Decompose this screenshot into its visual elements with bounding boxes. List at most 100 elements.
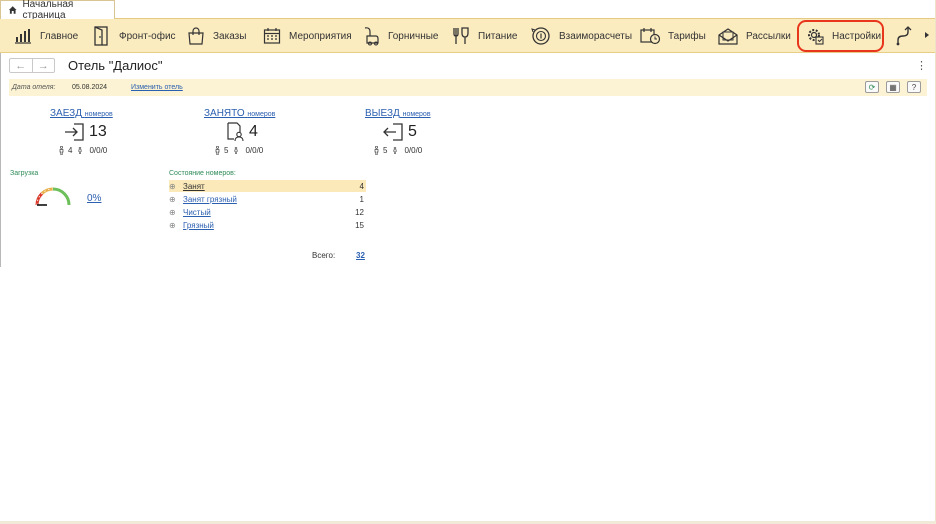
mailing-icon — [718, 28, 738, 45]
room-status-row[interactable]: ⊕ Чистый 12 — [169, 206, 366, 218]
checkin-children: 0/0/0 — [89, 146, 108, 155]
check-out-icon — [383, 123, 403, 141]
home-icon — [8, 6, 17, 14]
adult-icon — [215, 146, 220, 155]
route-icon — [896, 26, 912, 46]
frame-left-border — [0, 53, 1, 267]
expand-icon[interactable]: ⊕ — [169, 208, 178, 217]
expand-icon[interactable]: ⊕ — [169, 195, 178, 204]
total-link[interactable]: 32 — [356, 251, 365, 260]
room-status-count: 12 — [355, 207, 364, 217]
section-mailings[interactable]: Рассылки — [718, 19, 791, 53]
occupied-header-link[interactable]: ЗАНЯТО номеров — [204, 108, 275, 119]
occupied-sub: номеров — [247, 111, 276, 118]
room-status-row[interactable]: ⊕ Грязный 15 — [169, 219, 366, 231]
occupied-adults: 5 — [224, 146, 229, 155]
help-button[interactable]: ? — [907, 81, 921, 93]
forward-button[interactable]: → — [31, 59, 55, 72]
hotel-date-value: 05.08.2024 — [72, 84, 108, 91]
section-label: Горничные — [388, 30, 439, 42]
checkin-header-link[interactable]: ЗАЕЗД номеров — [50, 108, 113, 119]
checkin-adults: 4 — [68, 146, 73, 155]
occupied-guests: 5 0/0/0 — [215, 146, 263, 155]
bar-chart-icon — [15, 29, 31, 44]
adult-icon — [59, 146, 64, 155]
door-icon — [94, 26, 108, 46]
room-status-count: 15 — [355, 220, 364, 230]
vacuum-cleaner-icon — [364, 27, 379, 46]
room-status-count: 4 — [359, 181, 364, 191]
expand-icon[interactable]: ⊕ — [169, 221, 178, 230]
occupied-room-icon — [227, 122, 244, 142]
occupied-title: ЗАНЯТО — [204, 108, 245, 119]
adult-icon — [374, 146, 379, 155]
tab-bar: Начальная страница — [0, 0, 936, 21]
check-in-icon — [65, 123, 84, 141]
change-hotel-link[interactable]: Изменить отель — [131, 84, 183, 91]
occupied-children: 0/0/0 — [245, 146, 264, 155]
more-menu-button[interactable]: ⋮ — [916, 59, 927, 72]
tariff-icon — [640, 28, 660, 45]
checkout-children: 0/0/0 — [404, 146, 423, 155]
expand-icon[interactable]: ⊕ — [169, 182, 178, 191]
tab-home[interactable]: Начальная страница — [0, 0, 115, 21]
room-status-label: Состояние номеров: — [169, 170, 236, 177]
room-status-name[interactable]: Чистый — [183, 208, 346, 217]
settlement-icon — [531, 27, 550, 45]
section-settlements[interactable]: Взаиморасчеты — [531, 19, 632, 53]
section-housekeeping[interactable]: Горничные — [362, 19, 438, 53]
section-catering[interactable]: Питание — [452, 19, 517, 53]
checkout-adults: 5 — [383, 146, 388, 155]
shopping-bag-icon — [188, 27, 204, 45]
checkout-count: 5 — [408, 123, 417, 140]
load-percent-link[interactable]: 0% — [87, 193, 101, 204]
checkin-sub: номеров — [84, 111, 113, 118]
section-label: Тарифы — [668, 30, 706, 42]
section-label: Рассылки — [746, 30, 791, 42]
checkout-header-link[interactable]: ВЫЕЗД номеров — [365, 108, 431, 119]
tab-label: Начальная страница — [22, 0, 74, 21]
section-label: Питание — [478, 30, 518, 42]
section-more[interactable] — [894, 19, 920, 53]
child-icon — [234, 147, 238, 154]
calendar-icon — [263, 28, 281, 44]
room-status-row[interactable]: ⊕ Занят грязный 1 — [169, 193, 366, 205]
section-label: Главное — [40, 30, 79, 42]
room-status-row[interactable]: ⊕ Занят 4 — [169, 180, 366, 192]
checkin-title: ЗАЕЗД — [50, 108, 82, 119]
food-icon — [453, 27, 469, 44]
refresh-button[interactable]: ⟳ — [865, 81, 879, 93]
sections-panel: Главное Фронт-офис Заказы Мероприятия Го… — [0, 19, 936, 53]
scroll-right-icon[interactable] — [925, 32, 929, 38]
section-front-office[interactable]: Фронт-офис — [93, 19, 176, 53]
load-label: Загрузка — [10, 170, 39, 177]
hotel-date-label: Дата отеля: — [12, 84, 56, 91]
checkout-title: ВЫЕЗД — [365, 108, 400, 119]
section-main[interactable]: Главное — [14, 19, 78, 53]
settings-highlight-outline — [797, 20, 884, 52]
history-nav: ← → — [9, 58, 55, 73]
section-events[interactable]: Мероприятия — [263, 19, 352, 53]
child-icon — [78, 147, 82, 154]
section-tariffs[interactable]: Тарифы — [640, 19, 706, 53]
section-label: Заказы — [213, 30, 247, 42]
room-status-name[interactable]: Занят грязный — [183, 195, 346, 204]
room-status-name[interactable]: Занят — [183, 182, 346, 191]
section-label: Взаиморасчеты — [559, 30, 633, 42]
page-title: Отель "Далиос" — [68, 58, 163, 73]
section-orders[interactable]: Заказы — [187, 19, 246, 53]
child-icon — [393, 147, 397, 154]
room-status-count: 1 — [359, 194, 364, 204]
checkin-count: 13 — [89, 123, 107, 140]
checkout-guests: 5 0/0/0 — [374, 146, 422, 155]
section-label: Мероприятия — [289, 30, 352, 42]
occupied-count: 4 — [249, 123, 258, 140]
section-label: Фронт-офис — [119, 30, 176, 42]
checkin-guests: 4 0/0/0 — [59, 146, 107, 155]
calendar-button[interactable]: ▦ — [886, 81, 900, 93]
checkout-sub: номеров — [402, 111, 431, 118]
load-gauge — [35, 187, 71, 206]
total-label: Всего: — [312, 251, 336, 260]
room-status-name[interactable]: Грязный — [183, 221, 346, 230]
back-button[interactable]: ← — [10, 59, 32, 72]
